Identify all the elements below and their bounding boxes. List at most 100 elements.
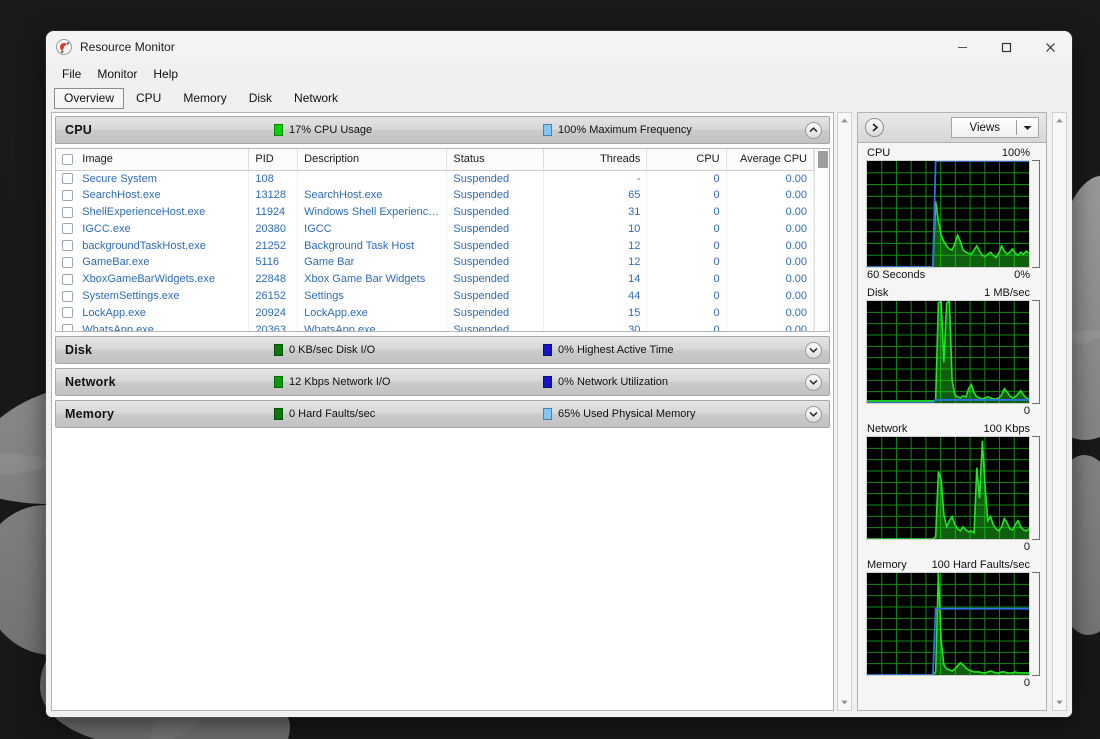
graph-block-disk: Disk 1 MB/sec 0	[866, 287, 1040, 417]
section-header-cpu[interactable]: CPU 17% CPU Usage 100% Maximum Frequency	[55, 116, 830, 144]
memory-used-label: 65% Used Physical Memory	[558, 408, 696, 420]
section-header-disk[interactable]: Disk 0 KB/sec Disk I/O 0% Highest Active…	[55, 336, 830, 364]
disk-active-time-label: 0% Highest Active Time	[558, 344, 674, 356]
menu-item-file[interactable]: File	[54, 65, 89, 83]
disk-graph[interactable]	[866, 300, 1030, 404]
table-row[interactable]: WhatsApp.exe20363WhatsApp.exeSuspended30…	[56, 321, 814, 332]
row-checkbox[interactable]	[62, 190, 73, 201]
row-checkbox-cell[interactable]	[56, 220, 76, 237]
row-checkbox-cell[interactable]	[56, 170, 76, 187]
row-checkbox[interactable]	[62, 173, 73, 184]
network-graph[interactable]	[866, 436, 1030, 540]
expand-graphs-button[interactable]	[865, 118, 884, 137]
memory-hard-faults-metric: 0 Hard Faults/sec	[274, 408, 375, 420]
select-all-checkbox-cell[interactable]	[56, 149, 76, 170]
column-header-threads[interactable]: Threads	[543, 149, 647, 170]
collapse-cpu-button[interactable]	[805, 122, 822, 139]
section-header-memory[interactable]: Memory 0 Hard Faults/sec 65% Used Physic…	[55, 400, 830, 428]
cell-cpu: 0	[647, 304, 726, 321]
row-checkbox[interactable]	[62, 291, 73, 302]
cell-status: Suspended	[447, 220, 543, 237]
table-row[interactable]: LockApp.exe20924LockApp.exeSuspended1500…	[56, 304, 814, 321]
row-checkbox-cell[interactable]	[56, 288, 76, 305]
row-checkbox-cell[interactable]	[56, 204, 76, 221]
column-header-pid[interactable]: PID	[249, 149, 298, 170]
table-row[interactable]: XboxGameBarWidgets.exe22848Xbox Game Bar…	[56, 271, 814, 288]
table-row[interactable]: SearchHost.exe13128SearchHost.exeSuspend…	[56, 187, 814, 204]
chevron-down-icon[interactable]	[1017, 125, 1038, 131]
cell-status: Suspended	[447, 321, 543, 332]
row-checkbox[interactable]	[62, 257, 73, 268]
tab-memory[interactable]: Memory	[173, 88, 236, 109]
table-row[interactable]: ShellExperienceHost.exe11924Windows Shel…	[56, 204, 814, 221]
resource-monitor-icon	[56, 39, 72, 55]
minimize-button[interactable]	[940, 31, 984, 63]
cell-cpu: 0	[647, 321, 726, 332]
cell-status: Suspended	[447, 237, 543, 254]
network-utilization-swatch	[543, 376, 552, 388]
overview-pane-scrollbar[interactable]	[837, 112, 852, 711]
graphs-scroll-down-arrow-icon[interactable]	[1056, 695, 1063, 710]
row-checkbox[interactable]	[62, 223, 73, 234]
cell-description: Background Task Host	[298, 237, 447, 254]
column-header-status[interactable]: Status	[447, 149, 543, 170]
process-table-scroll-thumb[interactable]	[818, 151, 828, 168]
row-checkbox-cell[interactable]	[56, 271, 76, 288]
maximize-button[interactable]	[984, 31, 1028, 63]
cpu-graph[interactable]	[866, 160, 1030, 268]
expand-memory-button[interactable]	[805, 406, 822, 423]
scroll-up-arrow-icon[interactable]	[841, 113, 848, 128]
column-header-image[interactable]: Image	[76, 149, 249, 170]
window-titlebar[interactable]: Resource Monitor	[46, 31, 1072, 63]
memory-graph[interactable]	[866, 572, 1030, 676]
row-checkbox-cell[interactable]	[56, 187, 76, 204]
network-io-swatch	[274, 376, 283, 388]
column-header-cpu[interactable]: CPU	[647, 149, 726, 170]
overview-scroll-region: CPU 17% CPU Usage 100% Maximum Frequency	[52, 113, 833, 710]
expand-network-button[interactable]	[805, 374, 822, 391]
row-checkbox-cell[interactable]	[56, 321, 76, 332]
row-checkbox[interactable]	[62, 324, 73, 332]
menu-item-monitor[interactable]: Monitor	[89, 65, 145, 83]
graph-title-memory: Memory	[867, 559, 907, 571]
table-row[interactable]: SystemSettings.exe26152SettingsSuspended…	[56, 288, 814, 305]
process-table-scrollbar[interactable]	[814, 149, 829, 331]
cpu-usage-label: 17% CPU Usage	[289, 124, 372, 136]
graph-ymax-cpu: 100%	[1002, 147, 1030, 159]
row-checkbox[interactable]	[62, 307, 73, 318]
cell-average-cpu: 0.00	[726, 321, 813, 332]
views-button[interactable]: Views	[951, 117, 1039, 138]
menu-item-help[interactable]: Help	[145, 65, 186, 83]
row-checkbox-cell[interactable]	[56, 237, 76, 254]
row-checkbox-cell[interactable]	[56, 254, 76, 271]
column-header-description[interactable]: Description	[298, 149, 447, 170]
tab-network[interactable]: Network	[284, 88, 348, 109]
tab-cpu[interactable]: CPU	[126, 88, 171, 109]
tab-disk[interactable]: Disk	[239, 88, 282, 109]
cpu-usage-metric: 17% CPU Usage	[274, 124, 372, 136]
row-checkbox[interactable]	[62, 274, 73, 285]
scroll-down-arrow-icon[interactable]	[841, 695, 848, 710]
cpu-graph-bracket	[1032, 160, 1040, 268]
table-row[interactable]: backgroundTaskHost.exe21252Background Ta…	[56, 237, 814, 254]
tab-overview[interactable]: Overview	[54, 88, 124, 109]
expand-disk-button[interactable]	[805, 342, 822, 359]
disk-graph-bracket	[1032, 300, 1040, 404]
graphs-pane-scrollbar[interactable]	[1052, 112, 1067, 711]
row-checkbox[interactable]	[62, 207, 73, 218]
cell-image: Secure System	[76, 170, 249, 187]
table-row[interactable]: Secure System108Suspended-00.00	[56, 170, 814, 187]
cell-threads: 44	[543, 288, 647, 305]
select-all-checkbox[interactable]	[62, 154, 73, 165]
graphs-scroll-up-arrow-icon[interactable]	[1056, 113, 1063, 128]
close-button[interactable]	[1028, 31, 1072, 63]
plot-row-disk	[866, 300, 1040, 404]
row-checkbox[interactable]	[62, 240, 73, 251]
table-row[interactable]: IGCC.exe20380IGCCSuspended1000.00	[56, 220, 814, 237]
column-header-average-cpu[interactable]: Average CPU	[726, 149, 813, 170]
cell-threads: 31	[543, 204, 647, 221]
window-controls	[940, 31, 1072, 63]
row-checkbox-cell[interactable]	[56, 304, 76, 321]
table-row[interactable]: GameBar.exe5116Game BarSuspended1200.00	[56, 254, 814, 271]
section-header-network[interactable]: Network 12 Kbps Network I/O 0% Network U…	[55, 368, 830, 396]
